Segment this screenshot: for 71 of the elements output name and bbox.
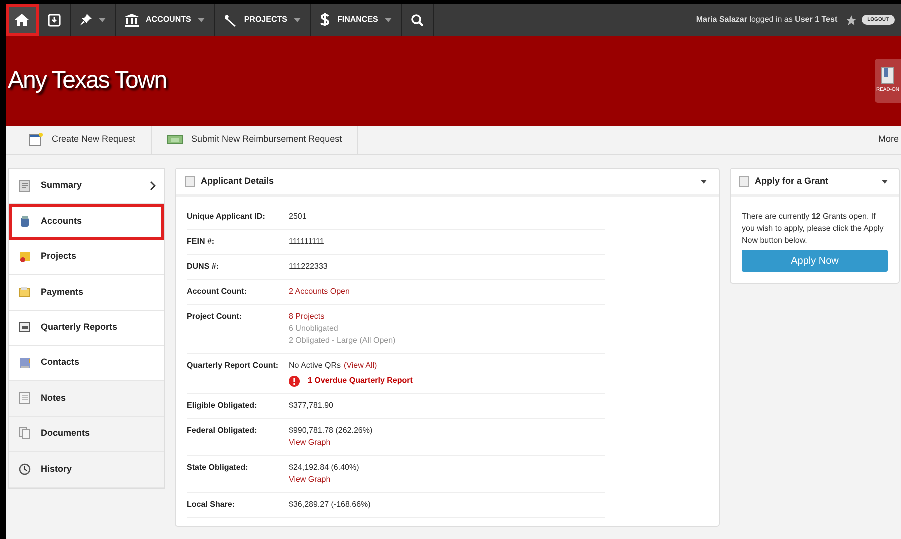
document-icon (185, 176, 195, 187)
caret-icon (198, 18, 206, 22)
caret-icon[interactable] (882, 180, 891, 184)
sidebar-item[interactable]: Documents (9, 416, 164, 452)
document-icon (739, 176, 749, 187)
field-label: Unique Applicant ID: (187, 211, 266, 223)
link[interactable]: View Graph (289, 474, 331, 486)
nav-label: PROJECTS (244, 14, 288, 26)
documents-icon (19, 427, 31, 440)
caret-icon (99, 18, 106, 22)
field-value: $990,781.78 (262.26%) (289, 425, 373, 437)
field-value: 111222333 (289, 261, 328, 273)
clock-icon (19, 462, 31, 476)
bank-icon (125, 14, 139, 26)
grant-message: There are currently 12 Grants open. If you wish to apply, please click the Apply Now button below. (742, 211, 885, 247)
nav-label: ACCOUNTS (146, 14, 192, 26)
field-label: Eligible Obligated: (187, 400, 258, 412)
star-icon[interactable] (846, 14, 857, 26)
search-icon (411, 14, 424, 26)
notepad-icon (29, 133, 43, 147)
field-value: No Active QRs (289, 360, 342, 372)
link[interactable]: (View All) (344, 360, 378, 372)
more-button[interactable]: More (878, 126, 901, 154)
caret-icon[interactable] (701, 180, 710, 184)
login-status: Maria Salazar logged in as User 1 Test (696, 14, 838, 26)
field-value: $36,289.27 (-168.66%) (289, 499, 371, 511)
jar-icon (19, 215, 31, 228)
field-value: 2 Obligated - Large (All Open) (289, 335, 396, 347)
sidebar-item[interactable]: Notes (9, 381, 164, 417)
caret-icon (294, 18, 302, 22)
nav-label: FINANCES (337, 14, 378, 26)
link[interactable]: 2 Accounts Open (289, 286, 350, 298)
sidebar-item[interactable]: Accounts (9, 204, 164, 240)
field-label: Local Share: (187, 499, 236, 511)
pin-icon (80, 14, 92, 26)
link[interactable]: 8 Projects (289, 311, 325, 323)
field-value: 111111111 (289, 236, 324, 248)
cash-icon (166, 135, 183, 145)
field-label: State Obligated: (187, 462, 250, 474)
document-icon (19, 180, 31, 193)
address-book-icon (19, 356, 31, 370)
toolbar-button[interactable]: Submit New Reimbursement Request (152, 126, 358, 154)
wrench-icon (224, 14, 238, 26)
field-label: DUNS #: (187, 261, 220, 273)
note-icon (19, 392, 31, 406)
field-label: Account Count: (187, 286, 248, 298)
dollar-icon (320, 13, 330, 27)
field-label: Project Count: (187, 311, 244, 323)
overdue-link[interactable]: 1 Overdue Quarterly Report (308, 375, 413, 387)
alert-icon (289, 376, 300, 386)
toolbar-button[interactable]: Create New Request (14, 126, 152, 154)
folder-icon (19, 286, 31, 299)
nav-item[interactable] (6, 4, 39, 36)
sidebar-item[interactable]: Quarterly Reports (9, 310, 164, 346)
card-title: Applicant Details (201, 174, 276, 188)
caret-icon (385, 18, 392, 22)
home-icon (15, 14, 29, 26)
field-value: $377,781.90 (289, 400, 334, 412)
book-icon (881, 67, 895, 86)
link[interactable]: View Graph (289, 437, 331, 449)
sidebar-item[interactable]: History (9, 452, 164, 488)
field-label: Federal Obligated: (187, 425, 258, 437)
field-label: Quarterly Report Count: (187, 360, 280, 372)
field-value: 2501 (289, 211, 307, 223)
page-title: Any Texas Town (7, 66, 167, 96)
inbox-icon (48, 14, 61, 26)
field-value: 6 Unobligated (289, 323, 338, 335)
card-title: Apply for a Grant (755, 174, 830, 188)
field-value: $24,192.84 (6.40%) (289, 462, 360, 474)
chevron-icon (150, 181, 156, 192)
field-label: FEIN #: (187, 236, 216, 248)
